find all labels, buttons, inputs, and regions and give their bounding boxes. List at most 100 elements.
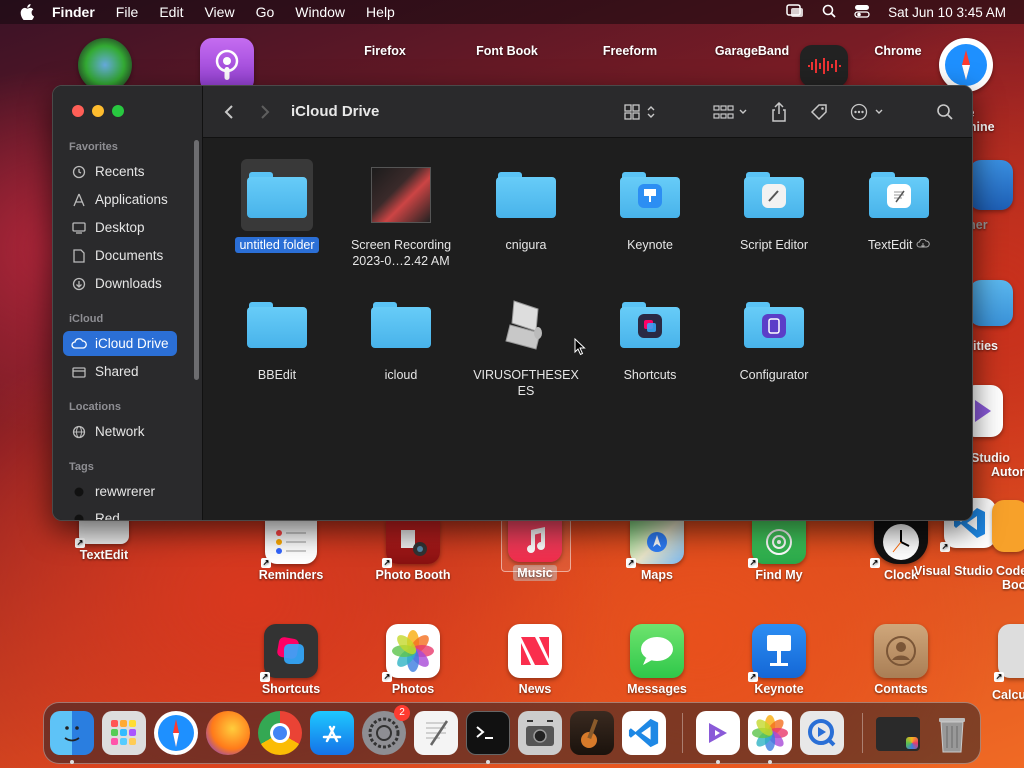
zoom-button[interactable] [112,105,124,117]
tag-icon[interactable] [809,102,829,122]
desktop-icon-keynote[interactable]: ↗ Keynote [724,624,834,696]
desktop-icon-garageband[interactable]: GarageBand [697,44,807,58]
menu-help[interactable]: Help [366,4,395,20]
file-item-untitled-folder[interactable]: untitled folder [215,159,339,253]
desktop-icon-news[interactable]: News [480,624,590,696]
dock-firefox-icon[interactable] [206,711,250,755]
sidebar-scrollbar[interactable] [194,140,199,380]
dock-launchpad-icon[interactable] [102,711,146,755]
dock-textedit-icon[interactable] [414,711,458,755]
calculator-icon: ↗ [994,624,1024,682]
sidebar-item-shared[interactable]: Shared [63,359,177,384]
sidebar-item-network[interactable]: Network [63,419,177,444]
dock-minimized-window-icon[interactable] [876,717,920,751]
group-by-icon[interactable] [713,102,749,122]
cloud-download-icon[interactable] [916,238,930,252]
minimize-button[interactable] [92,105,104,117]
dock-trash-icon[interactable] [930,711,974,755]
menu-edit[interactable]: Edit [159,4,183,20]
forward-icon[interactable] [259,102,271,122]
share-icon[interactable] [771,102,787,122]
control-center-icon[interactable] [854,4,870,21]
back-icon[interactable] [223,102,235,122]
finder-window: Favorites Recents Applications Desktop D… [52,85,973,521]
screen-mirroring-icon[interactable] [786,3,804,21]
spotlight-icon[interactable] [822,4,836,21]
dock-safari-icon[interactable] [154,711,198,755]
dock-separator [682,713,683,753]
close-button[interactable] [72,105,84,117]
file-name: VIRUSOFTHESEX ES [473,368,579,398]
desktop-icon-freeform[interactable]: Freeform [575,44,685,58]
menu-view[interactable]: View [204,4,234,20]
file-item-icloud[interactable]: icloud [339,289,463,383]
file-item-bbedit[interactable]: BBEdit [215,289,339,383]
sidebar-item-tag-red[interactable]: Red [63,506,177,520]
sidebar-item-tag-rewwrerer[interactable]: rewwrerer [63,479,177,504]
icon-view-icon[interactable] [624,102,658,122]
sidebar-item-downloads[interactable]: Downloads [63,271,177,296]
desktop-icon-firefox[interactable]: Firefox [330,44,440,58]
apple-icon[interactable] [20,4,34,20]
keynote-folder-icon [614,159,686,231]
sidebar-heading-favorites: Favorites [69,141,118,153]
running-indicator [716,760,720,764]
search-icon[interactable] [936,102,954,122]
sidebar-item-icloud-drive[interactable]: iCloud Drive [63,331,177,356]
dock-appstore-icon[interactable] [310,711,354,755]
file-name: BBEdit [257,368,297,382]
menu-app-finder[interactable]: Finder [52,4,95,20]
dock-screenshot-icon[interactable] [518,711,562,755]
dock-finder-icon[interactable] [50,711,94,755]
dock-chrome-icon[interactable] [258,711,302,755]
weather-icon [969,160,1013,210]
file-item-cnigura[interactable]: cnigura [464,159,588,253]
finder-toolbar: iCloud Drive [203,86,972,138]
file-item-virusofthesexes[interactable]: VIRUSOFTHESEX ES [464,289,588,399]
dock-garageband-icon[interactable] [570,711,614,755]
shared-folder-icon [71,365,87,379]
desktop-icon-music[interactable]: Music [480,518,590,581]
menu-window[interactable]: Window [295,4,345,20]
menu-file[interactable]: File [116,4,139,20]
dock-quicktime-icon[interactable] [800,711,844,755]
desktop-icon-reminders[interactable]: ↗ Reminders [236,520,346,582]
menu-go[interactable]: Go [256,4,275,20]
desktop-icon-maps[interactable]: ↗ Maps [602,520,712,582]
dock-photos-icon[interactable] [748,711,792,755]
dock-system-settings-icon[interactable]: 2 [362,705,410,755]
sidebar-item-documents[interactable]: Documents [63,243,177,268]
file-item-shortcuts[interactable]: Shortcuts [588,289,712,383]
desktop-icon-findmy[interactable]: ↗ Find My [724,520,834,582]
desktop-icon-shortcuts[interactable]: ↗ Shortcuts [236,624,346,696]
folder-icon [365,289,437,361]
dock-terminal-icon[interactable] [466,711,510,755]
desktop-icon-contacts[interactable]: Contacts [846,624,956,696]
file-item-keynote[interactable]: Keynote [588,159,712,253]
sidebar-item-recents[interactable]: Recents [63,159,177,184]
desktop-icon-photos[interactable]: ↗ Photos [358,624,468,696]
shortcuts-folder-icon [614,289,686,361]
desktop-label-boo: Boo [1002,578,1024,592]
file-item-screen-recording[interactable]: Screen Recording 2023-0…2.42 AM [339,159,463,269]
desktop-label-visualstudio: Visual Studio [914,564,993,578]
desktop-icon-messages[interactable]: Messages [602,624,712,696]
findmy-icon: ↗ [748,520,806,568]
menu-clock[interactable]: Sat Jun 10 3:45 AM [888,5,1006,20]
file-item-textedit[interactable]: TextEdit [837,159,961,253]
cloud-icon [71,337,87,351]
desktop-icon-fontbook[interactable]: Font Book [452,44,562,58]
file-item-configurator[interactable]: Configurator [712,289,836,383]
desktop-icon-photobooth[interactable]: ↗ Photo Booth [358,520,468,582]
file-item-script-editor[interactable]: Script Editor [712,159,836,253]
desktop-label-ities: ities [973,339,999,353]
desktop-icon-calculator[interactable]: ↗ Calcu [972,624,1024,702]
sidebar-item-desktop[interactable]: Desktop [63,215,177,240]
sidebar-item-applications[interactable]: Applications [63,187,177,212]
dock-visual-studio-icon[interactable] [696,711,740,755]
desktop-label-photos: Photos [391,682,435,696]
more-actions-icon[interactable] [850,102,886,122]
desktop-icon-books[interactable] [992,500,1024,552]
sidebar-item-label: Network [95,424,145,439]
dock-vscode-icon[interactable] [622,711,666,755]
